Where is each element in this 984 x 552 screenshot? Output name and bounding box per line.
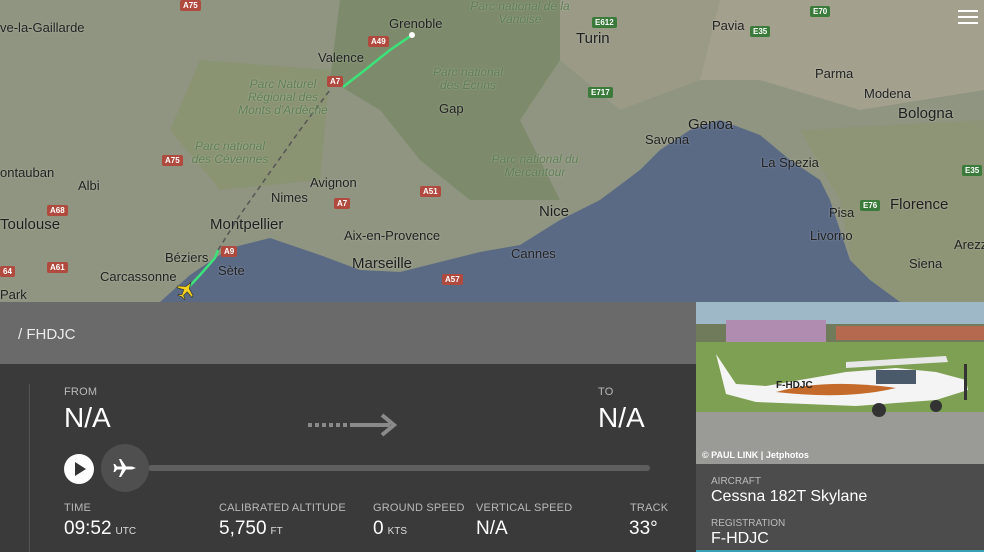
map[interactable]: Grenoble Valence Turin Pavia Parma Moden… [0,0,984,302]
city-villeneuve: ve-la-Gaillarde [0,20,85,35]
city-toulouse: Toulouse [0,216,61,233]
city-cannes: Cannes [511,246,556,261]
track-value: 33° [629,518,658,539]
aircraft-info: AIRCRAFT Cessna 182T Skylane REGISTRATIO… [696,464,984,552]
divider [29,384,30,552]
ground-speed-label: GROUND SPEED [373,502,465,514]
park-vanoise: Parc national de la Vanoise [470,0,570,26]
flight-info-panel: FROM N/A TO N/A TIME 09:52 UTC CALIBRATED… [0,364,696,552]
road-64: 64 [0,266,15,277]
time-label: TIME [64,502,92,514]
altitude-value-group: 5,750 FT [219,518,283,540]
altitude-label: CALIBRATED ALTITUDE [219,502,346,514]
park-cevennes: Parc national des Cévennes [191,139,269,166]
flight-tracker: Grenoble Valence Turin Pavia Parma Moden… [0,0,984,552]
road-e717: E717 [588,87,613,98]
city-modena: Modena [864,86,911,101]
city-albi: Albi [78,178,100,193]
city-gap: Gap [439,101,464,116]
from-value: N/A [64,402,111,433]
ground-speed-unit: KTS [387,526,408,537]
aircraft-photo-image: F-HDJC [696,302,984,464]
altitude-unit: FT [270,526,283,537]
road-a68: A68 [47,205,68,216]
road-e70: E70 [810,6,831,17]
playback-slider[interactable] [148,465,650,471]
city-marseille: Marseille [352,255,413,272]
photo-credit[interactable]: © PAUL LINK | Jetphotos [702,450,809,460]
road-e35-south: E35 [962,165,983,176]
city-pisa: Pisa [829,205,855,220]
route-arrow-icon [308,413,398,437]
aircraft-value: Cessna 182T Skylane [711,488,868,505]
city-carcassonne: Carcassonne [100,269,177,284]
track-label: TRACK [630,502,669,514]
city-park-left: Park [0,287,27,302]
registration-value: F-HDJC [711,530,769,547]
callsign: / FHDJC [18,326,76,343]
to-label: TO [598,386,614,398]
city-nice: Nice [539,203,570,220]
time-unit: UTC [115,526,137,537]
city-savona: Savona [645,132,690,147]
city-nimes: Nimes [271,190,308,205]
time-value: 09:52 [64,518,112,539]
road-e76: E76 [860,200,881,211]
road-a51: A51 [420,186,441,197]
aircraft-label: AIRCRAFT [711,476,761,487]
park-ecrins: Parc national des Écrins [432,65,504,92]
registration-label: REGISTRATION [711,518,786,529]
road-a49: A49 [368,36,389,47]
flight-header: / FHDJC [0,302,696,364]
road-a57: A57 [442,274,463,285]
road-a9: A9 [221,246,238,257]
road-a7-south: A7 [334,198,351,209]
vertical-speed-label: VERTICAL SPEED [476,502,573,514]
city-montpellier: Montpellier [210,216,284,233]
city-bologna: Bologna [898,105,954,122]
city-sete: Sète [218,263,245,278]
menu-icon[interactable] [958,10,978,24]
aircraft-photo[interactable]: F-HDJC © PAUL LINK | Jetphotos [696,302,984,464]
ground-speed-value: 0 [373,518,384,539]
city-arezzo: Arezz [954,237,984,252]
road-a75: A75 [162,155,183,166]
park-mercantour: Parc national du Mercantour [491,152,579,179]
road-a61: A61 [47,262,68,273]
road-e35: E35 [750,26,771,37]
ground-speed-value-group: 0 KTS [373,518,407,540]
time-value-group: 09:52 UTC [64,518,136,540]
photo-registration-text: F-HDJC [776,380,813,391]
city-turin: Turin [576,30,610,47]
city-grenoble: Grenoble [389,16,443,31]
map-terrain [0,0,984,302]
altitude-value: 5,750 [219,518,267,539]
city-beziers: Béziers [165,250,209,265]
road-e612: E612 [592,17,617,28]
city-livorno: Livorno [810,228,853,243]
airplane-icon [113,459,136,477]
city-parma: Parma [815,66,854,81]
city-pavia: Pavia [712,18,745,33]
city-valence: Valence [318,50,365,65]
from-label: FROM [64,386,98,398]
playback-handle[interactable] [101,444,149,492]
city-florence: Florence [890,196,949,213]
road-a75-top: A75 [180,0,201,11]
city-la-spezia: La Spezia [761,155,819,170]
road-a7: A7 [327,76,344,87]
city-avignon: Avignon [310,175,357,190]
park-ardeche: Parc Naturel Régional des Monts d'Ardèch… [238,77,328,117]
city-aix: Aix-en-Provence [344,228,441,243]
vertical-speed-value: N/A [476,518,508,539]
to-value: N/A [598,402,645,433]
city-genoa: Genoa [688,116,734,133]
city-siena: Siena [909,256,943,271]
play-button[interactable] [64,454,94,484]
city-montauban: ontauban [0,165,55,180]
